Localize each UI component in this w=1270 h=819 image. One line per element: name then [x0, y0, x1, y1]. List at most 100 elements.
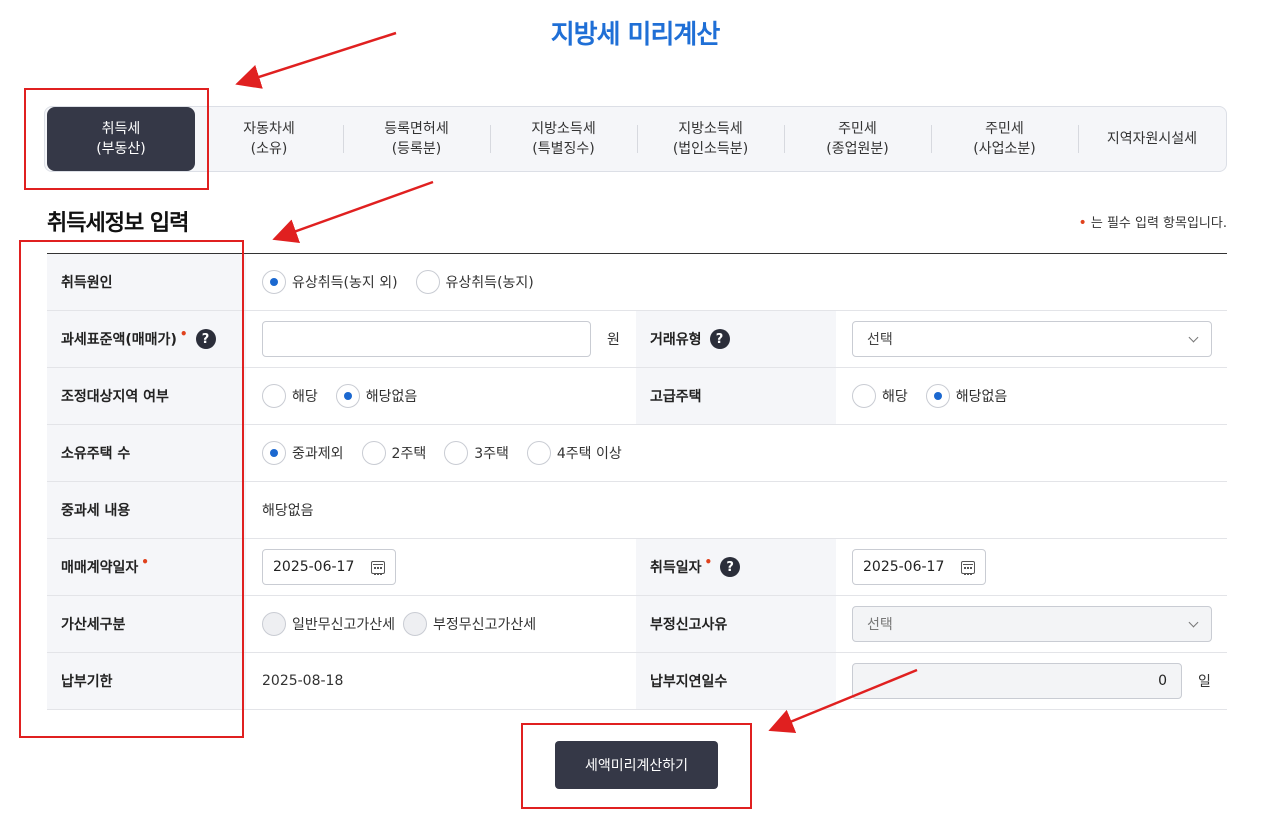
radio-houses-2[interactable]: 2주택 — [361, 441, 427, 465]
tab-label-line1: 주민세 — [985, 121, 1024, 137]
tab-resident-tax-employee[interactable]: 주민세 (종업원분) — [784, 107, 931, 171]
radio-circle[interactable] — [262, 441, 286, 465]
radio-cause-farmland[interactable]: 유상취득(농지) — [415, 270, 534, 294]
radio-adjust-no[interactable]: 해당없음 — [335, 384, 418, 408]
radio-label: 해당없음 — [365, 389, 418, 405]
calendar-icon[interactable] — [961, 560, 975, 575]
label-text: 거래유형 — [650, 332, 702, 348]
houses-radio-group: 중과제외 2주택 3주택 4주택 이상 — [262, 425, 640, 481]
radio-circle[interactable] — [852, 384, 876, 408]
tab-label-line2: (법인소득분) — [672, 141, 749, 157]
contract-date-input[interactable]: 2025-06-17 — [262, 549, 396, 585]
radio-circle[interactable] — [262, 384, 286, 408]
radio-label: 3주택 — [474, 446, 509, 462]
radio-label: 4주택 이상 — [556, 446, 622, 462]
radio-circle[interactable] — [526, 441, 551, 465]
radio-label: 유상취득(농지 외) — [292, 275, 398, 291]
calendar-icon[interactable] — [371, 560, 385, 575]
heavy-value: 해당없음 — [262, 503, 314, 519]
radio-circle[interactable] — [361, 441, 386, 465]
label-luxury: 고급주택 — [636, 368, 836, 424]
required-dot: • — [704, 555, 713, 569]
radio-label: 해당없음 — [955, 389, 1008, 405]
radio-houses-3[interactable]: 3주택 — [444, 441, 509, 465]
required-note: • 는 필수 입력 항목입니다. — [1078, 212, 1227, 231]
radio-circle[interactable] — [444, 441, 469, 465]
unit-won: 원 — [607, 332, 620, 348]
unit-days: 일 — [1198, 674, 1211, 690]
tab-local-income-tax-withholding[interactable]: 지방소득세 (특별징수) — [490, 107, 637, 171]
radio-label: 중과제외 — [292, 446, 344, 462]
section-title: 취득세정보 입력 — [47, 211, 189, 236]
annotation-box-tab — [24, 88, 209, 190]
help-icon[interactable]: ? — [720, 557, 741, 577]
acq-date-input[interactable]: 2025-06-17 — [852, 549, 986, 585]
tab-label-line1: 지방소득세 — [531, 121, 596, 137]
tab-label-line1: 자동차세 — [243, 121, 295, 137]
tab-label-line2: (소유) — [250, 141, 288, 157]
help-icon[interactable]: ? — [709, 329, 730, 349]
radio-houses-exempt[interactable]: 중과제외 — [262, 441, 344, 465]
required-dot: • — [1078, 215, 1087, 231]
tab-label-line2: (특별징수) — [532, 141, 595, 157]
radio-circle[interactable] — [415, 270, 440, 294]
luxury-radio-group: 해당 해당없음 — [852, 368, 1025, 424]
acq-date-cell: 2025-06-17 — [852, 539, 986, 595]
radio-adjust-yes[interactable]: 해당 — [262, 384, 318, 408]
label-fraud-reason: 부정신고사유 — [636, 596, 836, 652]
contract-date-cell: 2025-06-17 — [262, 539, 396, 595]
cause-radio-group: 유상취득(농지 외) 유상취득(농지) — [262, 254, 552, 310]
label-text: 취득일자 — [650, 560, 702, 576]
tab-label-line2: (종업원분) — [826, 141, 889, 157]
deal-type-cell: 선택 — [852, 311, 1212, 367]
label-late-days: 납부지연일수 — [636, 653, 836, 709]
fraud-reason-select[interactable]: 선택 — [852, 606, 1212, 642]
radio-label: 일반무신고가산세 — [292, 617, 396, 633]
radio-penalty-fraud[interactable]: 부정무신고가산세 — [403, 612, 536, 636]
tab-vehicle-tax[interactable]: 자동차세 (소유) — [195, 107, 343, 171]
required-note-text: 는 필수 입력 항목입니다. — [1090, 216, 1227, 231]
radio-circle[interactable] — [262, 612, 286, 636]
tax-base-input[interactable] — [262, 321, 591, 357]
radio-circle[interactable] — [403, 612, 428, 636]
late-days-cell: 0 일 — [852, 653, 1211, 709]
chevron-down-icon — [1188, 617, 1199, 627]
tax-tabs: 취득세 (부동산) 자동차세 (소유) 등록면허세 (등록분) 지방소득세 (특… — [44, 106, 1227, 172]
tab-label-line1: 주민세 — [838, 121, 877, 137]
page-title: 지방세 미리계산 — [550, 20, 721, 50]
tab-label-line1: 지방소득세 — [678, 121, 743, 137]
tab-label-line1: 등록면허세 — [384, 121, 449, 137]
due-value: 2025-08-18 — [262, 673, 344, 689]
select-value: 선택 — [867, 617, 893, 633]
radio-label: 해당 — [882, 389, 908, 405]
adjust-area-radio-group: 해당 해당없음 — [262, 368, 435, 424]
radio-label: 부정무신고가산세 — [433, 617, 537, 633]
tab-resident-tax-business[interactable]: 주민세 (사업소분) — [931, 107, 1078, 171]
late-days-input[interactable]: 0 — [852, 663, 1182, 699]
penalty-radio-group: 일반무신고가산세 부정무신고가산세 — [262, 596, 554, 652]
tab-label-line2: (사업소분) — [973, 141, 1036, 157]
radio-circle[interactable] — [335, 384, 360, 408]
radio-label: 2주택 — [391, 446, 427, 462]
date-value: 2025-06-17 — [863, 559, 945, 575]
annotation-box-button — [521, 723, 752, 809]
radio-penalty-general[interactable]: 일반무신고가산세 — [262, 612, 395, 636]
annotation-box-labels — [19, 240, 244, 738]
tab-regional-resource-tax[interactable]: 지역자원시설세 — [1078, 107, 1226, 171]
radio-circle[interactable] — [262, 270, 286, 294]
deal-type-select[interactable]: 선택 — [852, 321, 1212, 357]
chevron-down-icon — [1188, 332, 1199, 342]
arrow-to-labels — [272, 180, 434, 244]
radio-label: 해당 — [292, 389, 318, 405]
radio-luxury-yes[interactable]: 해당 — [852, 384, 908, 408]
tab-label-line2: (등록분) — [391, 141, 442, 157]
radio-cause-non-farmland[interactable]: 유상취득(농지 외) — [262, 270, 398, 294]
date-value: 2025-06-17 — [273, 559, 355, 575]
label-deal-type: 거래유형? — [636, 311, 836, 367]
radio-houses-4plus[interactable]: 4주택 이상 — [526, 441, 622, 465]
select-value: 선택 — [867, 332, 893, 348]
tab-registration-tax[interactable]: 등록면허세 (등록분) — [343, 107, 490, 171]
radio-circle[interactable] — [925, 384, 950, 408]
tab-local-income-tax-corporate[interactable]: 지방소득세 (법인소득분) — [637, 107, 784, 171]
radio-luxury-no[interactable]: 해당없음 — [925, 384, 1008, 408]
